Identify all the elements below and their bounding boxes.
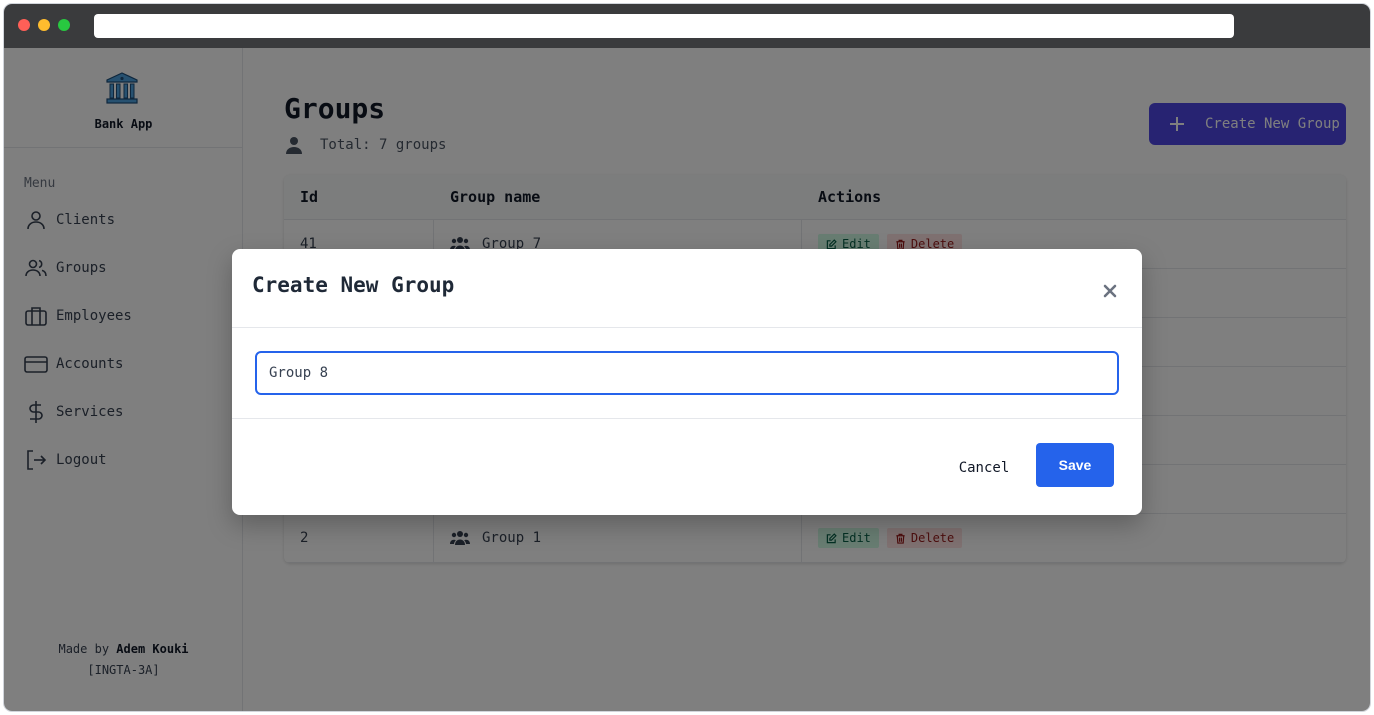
dialog-body	[232, 328, 1142, 419]
dialog-title: Create New Group	[252, 273, 455, 297]
browser-titlebar	[4, 4, 1370, 48]
minimize-window-button[interactable]	[38, 19, 50, 31]
browser-window: Bank App Menu Clients Groups Employees A…	[4, 4, 1370, 711]
dialog-header: Create New Group	[232, 249, 1142, 328]
create-group-dialog: Create New Group Cancel Save	[232, 249, 1142, 515]
close-window-button[interactable]	[18, 19, 30, 31]
close-icon[interactable]	[1098, 279, 1122, 303]
address-bar[interactable]	[94, 14, 1234, 38]
maximize-window-button[interactable]	[58, 19, 70, 31]
group-name-input[interactable]	[255, 351, 1119, 395]
save-button[interactable]: Save	[1036, 443, 1114, 487]
cancel-button[interactable]: Cancel	[947, 455, 1021, 481]
